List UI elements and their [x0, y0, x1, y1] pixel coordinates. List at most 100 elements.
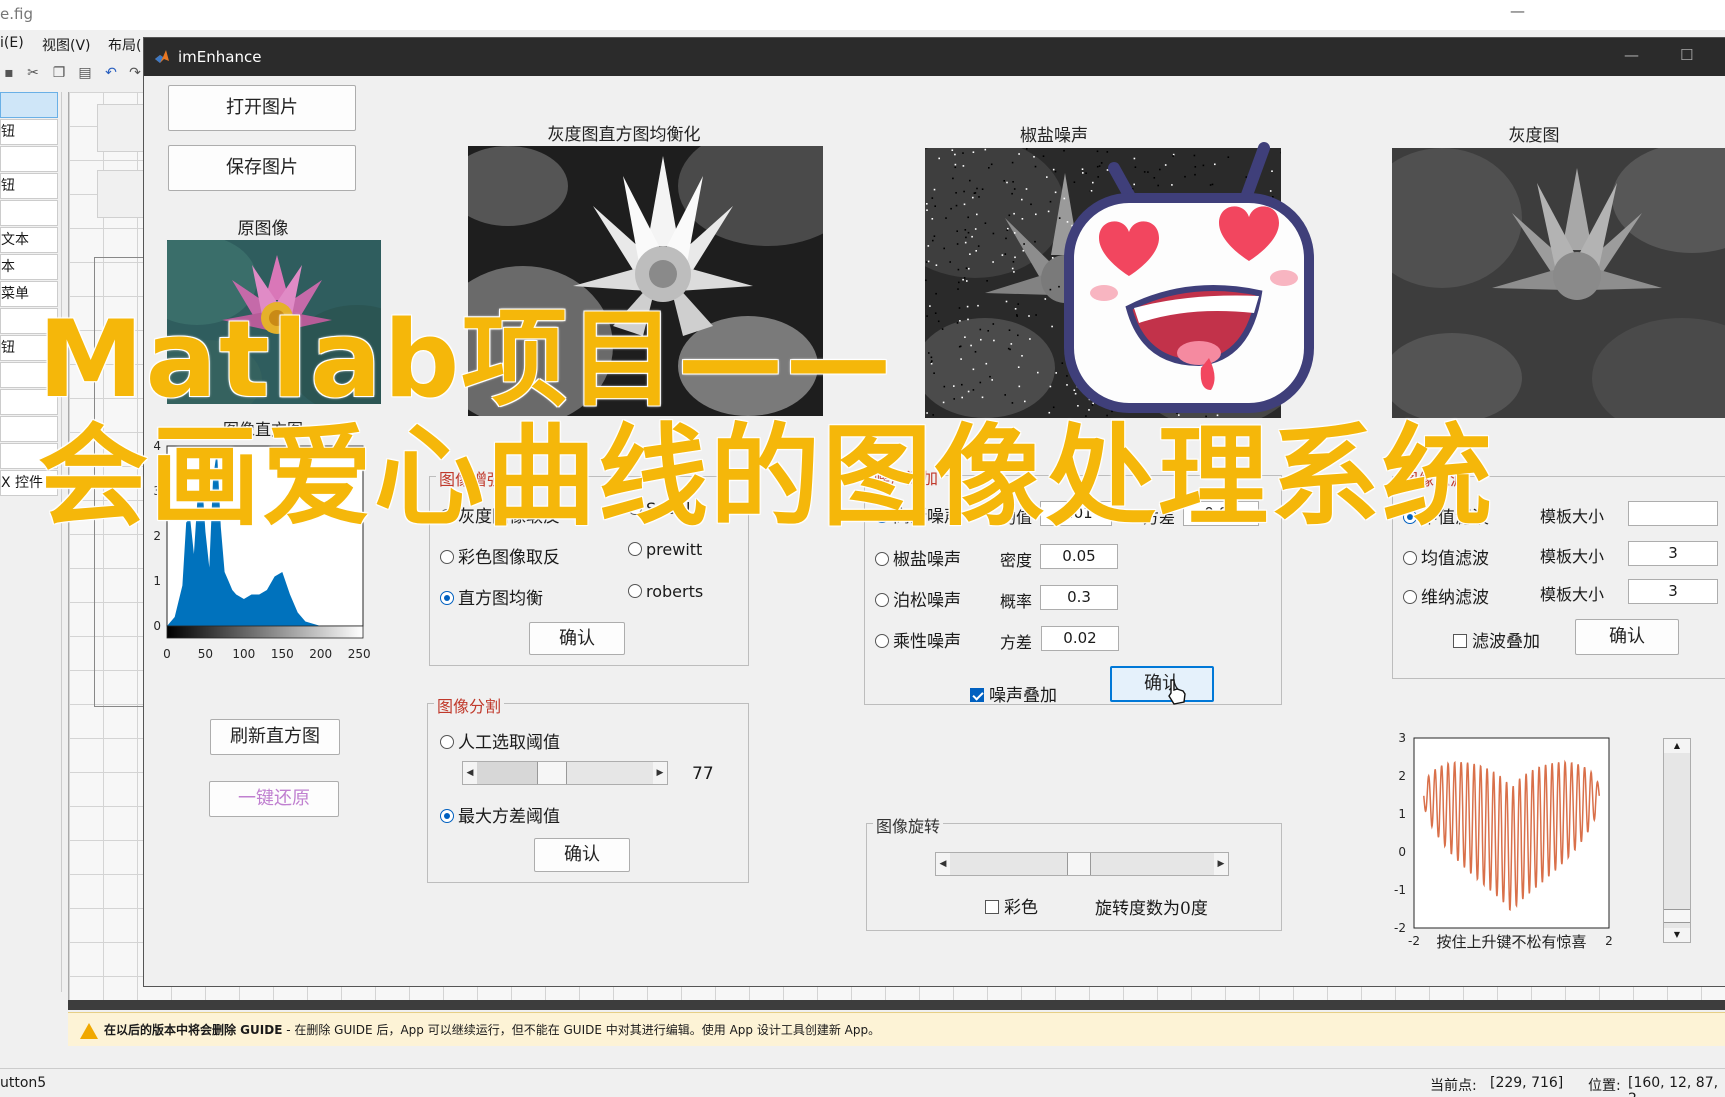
noise-speck — [1005, 237, 1007, 240]
radio-prewitt[interactable]: prewitt — [628, 540, 702, 559]
matlab-logo-icon — [155, 50, 169, 63]
slider-left-arrow-icon[interactable]: ◀ — [936, 853, 950, 875]
slider-track-filled — [477, 762, 537, 784]
radio-roberts[interactable]: roberts — [628, 582, 703, 601]
guide-minimize-icon[interactable]: — — [1510, 2, 1525, 20]
radio-otsu-threshold[interactable]: 最大方差阈值 — [440, 802, 560, 827]
palette-item[interactable] — [0, 146, 58, 172]
redo-icon[interactable]: ↷ — [126, 64, 144, 82]
paste-icon[interactable]: ▤ — [76, 64, 94, 82]
noise-speck — [935, 264, 938, 266]
restore-button[interactable]: 一键还原 — [209, 781, 339, 817]
slider-thumb[interactable] — [537, 762, 567, 784]
scroll-thumb[interactable] — [1664, 909, 1690, 923]
palette-item[interactable]: 钮 — [0, 173, 58, 199]
segment-confirm-button[interactable]: 确认 — [534, 838, 630, 872]
slider-right-arrow-icon[interactable]: ▶ — [653, 762, 667, 784]
palette-item[interactable]: 文本 — [0, 227, 58, 253]
noise-speck — [1011, 192, 1013, 195]
saltpepper-density-input[interactable]: 0.05 — [1040, 544, 1118, 569]
noise-overlay-checkbox[interactable]: 噪声叠加 — [970, 681, 1057, 706]
minimize-icon[interactable]: — — [1624, 46, 1639, 64]
palette-item[interactable]: 钮 — [0, 119, 58, 145]
slider-left-arrow-icon[interactable]: ◀ — [463, 762, 477, 784]
palette-item[interactable]: 本 — [0, 254, 58, 280]
undo-icon[interactable]: ↶ — [102, 64, 120, 82]
scroll-up-arrow-icon[interactable]: ▲ — [1664, 739, 1690, 753]
noise-speck — [1022, 249, 1025, 252]
menu-layout[interactable]: 布局( — [108, 35, 141, 55]
window-title: imEnhance — [178, 48, 262, 66]
histogram-x-tick: 200 — [309, 647, 332, 661]
radio-speckle-noise-label: 乘性噪声 — [893, 632, 961, 652]
heart-scroll-slider[interactable]: ▲ ▼ — [1663, 738, 1691, 943]
wiener-template-input[interactable]: 3 — [1628, 579, 1718, 604]
palette-item[interactable] — [0, 92, 58, 118]
noise-speck — [955, 204, 958, 207]
noise-speck — [1011, 161, 1014, 164]
noise-speck — [969, 253, 971, 255]
scroll-down-arrow-icon[interactable]: ▼ — [1664, 928, 1690, 942]
refresh-histogram-button[interactable]: 刷新直方图 — [210, 719, 340, 755]
cut-icon[interactable]: ✂ — [24, 64, 42, 82]
noise-speck — [1005, 300, 1008, 303]
slider-thumb[interactable] — [1067, 853, 1091, 875]
save-image-button[interactable]: 保存图片 — [168, 145, 356, 191]
maximize-icon[interactable]: ☐ — [1680, 46, 1693, 64]
saltpepper-density-label: 密度 — [1000, 551, 1033, 570]
noise-speck — [985, 362, 988, 365]
rotation-slider[interactable]: ◀ ▶ — [935, 852, 1229, 876]
heart-x-tick: 2 — [1605, 934, 1612, 948]
noise-speck — [974, 228, 977, 230]
copy-icon[interactable]: ❐ — [50, 64, 68, 82]
filter-overlay-checkbox[interactable]: 滤波叠加 — [1453, 627, 1540, 652]
noise-speck — [974, 351, 977, 353]
noise-speck — [972, 389, 975, 391]
menu-view[interactable]: 视图(V) — [42, 35, 91, 55]
noise-speck — [1012, 261, 1015, 263]
mean-template-input[interactable]: 3 — [1628, 541, 1718, 566]
noise-confirm-button[interactable]: 确认 — [1110, 666, 1214, 702]
radio-manual-threshold[interactable]: 人工选取阈值 — [440, 728, 560, 753]
filter-confirm-button[interactable]: 确认 — [1575, 619, 1679, 655]
noise-speck — [975, 250, 977, 252]
radio-wiener-filter[interactable]: 维纳滤波 — [1403, 583, 1489, 608]
noise-speck — [926, 315, 928, 317]
checkbox-empty-icon — [1453, 634, 1467, 648]
radio-color-invert[interactable]: 彩色图像取反 — [440, 543, 560, 568]
guide-status-bar: utton5 当前点: [229, 716] 位置: [160, 12, 87,… — [0, 1068, 1725, 1097]
radio-speckle-noise[interactable]: 乘性噪声 — [875, 627, 961, 652]
radio-selected-icon — [440, 591, 454, 605]
slider-right-arrow-icon[interactable]: ▶ — [1214, 853, 1228, 875]
noise-speck — [1013, 188, 1016, 190]
noise-speck — [961, 396, 963, 399]
noise-speck — [1025, 188, 1028, 190]
radio-saltpepper-noise-label: 椒盐噪声 — [893, 550, 961, 570]
radio-circle-icon — [628, 584, 642, 598]
radio-mean-filter[interactable]: 均值滤波 — [1403, 544, 1489, 569]
speckle-variance-input[interactable]: 0.02 — [1041, 626, 1119, 651]
radio-wiener-filter-label: 维纳滤波 — [1421, 588, 1489, 608]
noise-speck — [971, 235, 973, 238]
enhance-confirm-button[interactable]: 确认 — [529, 622, 625, 655]
menu-edit[interactable]: i(E) — [0, 35, 24, 51]
rotate-color-checkbox[interactable]: 彩色 — [985, 893, 1038, 918]
noise-speck — [1006, 229, 1009, 231]
radio-histeq[interactable]: 直方图均衡 — [440, 584, 543, 609]
palette-item[interactable] — [0, 200, 58, 226]
save-icon[interactable]: ▪ — [0, 64, 18, 82]
noise-speck — [1037, 371, 1039, 374]
radio-poisson-noise[interactable]: 泊松噪声 — [875, 586, 961, 611]
noise-speck — [943, 385, 946, 388]
threshold-slider[interactable]: ◀ ▶ — [462, 761, 668, 785]
radio-saltpepper-noise[interactable]: 椒盐噪声 — [875, 545, 961, 570]
gray-colorbar — [166, 625, 364, 639]
noise-speck — [992, 232, 995, 235]
median-template-input[interactable] — [1628, 501, 1718, 526]
open-image-button[interactable]: 打开图片 — [168, 85, 356, 131]
rotate-panel-title: 图像旋转 — [873, 813, 944, 837]
radio-manual-threshold-label: 人工选取阈值 — [458, 733, 560, 753]
poisson-prob-input[interactable]: 0.3 — [1040, 585, 1118, 610]
radio-circle-icon — [875, 552, 889, 566]
overlay-title-line2: 会画爱心曲线的图像处理系统 — [38, 413, 1494, 541]
